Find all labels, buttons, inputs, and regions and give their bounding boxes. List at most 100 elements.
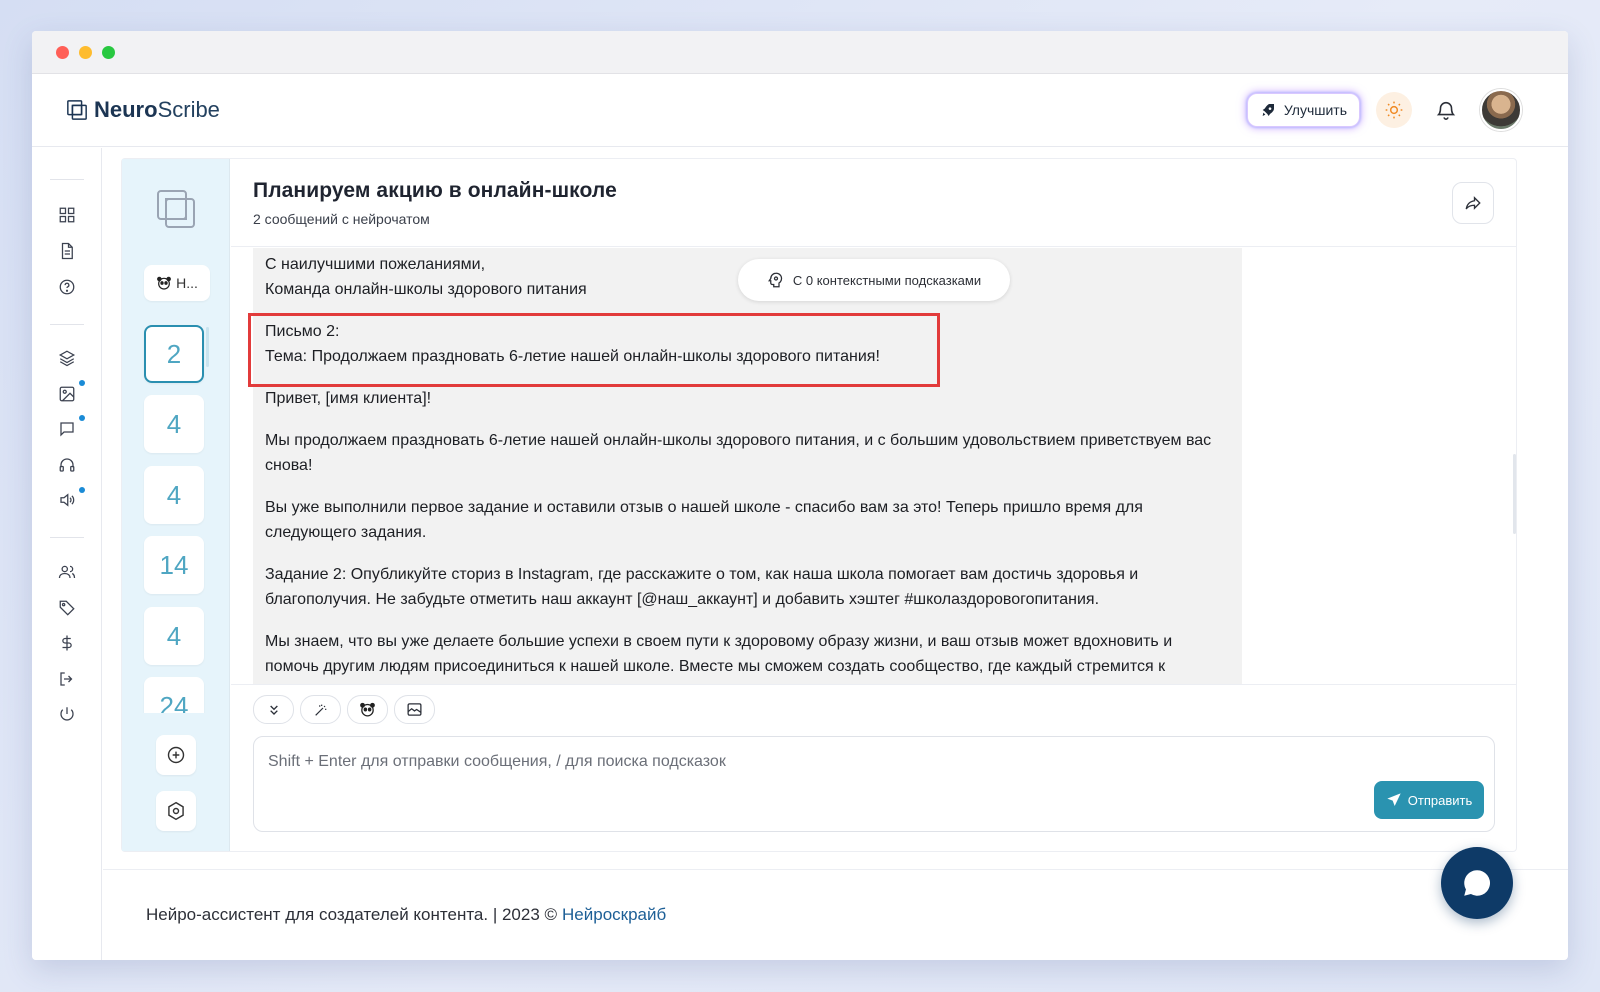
layers-icon (58, 350, 76, 367)
chat-count: 4 (166, 408, 182, 439)
nav-audio[interactable] (57, 455, 77, 475)
notifications-button[interactable] (1428, 92, 1464, 128)
composer-toolbar (253, 695, 435, 724)
send-button[interactable]: Отправить (1374, 781, 1484, 819)
message-paragraph: Вы уже выполнили первое задание и остави… (265, 499, 1143, 541)
nav-layers[interactable] (57, 348, 77, 368)
context-hints-label: С 0 контекстными подсказками (792, 272, 982, 288)
double-chevron-down-icon (269, 705, 278, 715)
upgrade-label: Улучшить (1283, 102, 1347, 118)
nav-images[interactable] (57, 384, 77, 404)
chat-bubble-icon (1464, 870, 1491, 896)
image-icon (59, 386, 75, 402)
chat-header: Планируем акцию в онлайн-школе 2 сообщен… (231, 159, 1516, 247)
send-label: Отправить (1407, 792, 1473, 808)
chat-list-item[interactable]: 24 (144, 677, 204, 713)
nav-dashboard[interactable] (57, 205, 77, 225)
send-icon (1387, 793, 1401, 806)
assistant-message: С наилучшими пожеланиями, Команда онлайн… (253, 248, 1242, 684)
chat-list-item[interactable]: 2 (144, 325, 204, 383)
nav-chat[interactable] (57, 419, 77, 439)
chat-list-item[interactable]: 4 (144, 466, 204, 524)
panda-icon (360, 702, 375, 717)
maximize-window-button[interactable] (102, 45, 115, 59)
upgrade-button[interactable]: Улучшить (1246, 93, 1360, 127)
minimize-window-button[interactable] (79, 45, 92, 59)
headphones-icon (59, 458, 75, 472)
users-icon (58, 565, 76, 579)
top-bar: NeuroScribe Улучшить (32, 74, 1568, 147)
plus-circle-icon (167, 746, 185, 764)
nav-divider (50, 537, 84, 538)
chat-list-item[interactable]: 14 (144, 536, 204, 594)
nav-documents[interactable] (57, 241, 77, 261)
letter-label: Письмо 2: (265, 323, 340, 340)
new-badge (79, 487, 85, 493)
nav-power[interactable] (57, 704, 77, 724)
scroll-down-button[interactable] (253, 695, 294, 724)
brain-head-icon (767, 272, 783, 288)
assistant-select-button[interactable] (347, 695, 388, 724)
chat-rail: Н... 2 4 4 14 4 24 (122, 159, 230, 851)
support-chat-button[interactable] (1441, 847, 1513, 919)
share-button[interactable] (1452, 182, 1494, 224)
assistant-chip[interactable]: Н... (144, 265, 210, 301)
panda-icon (157, 276, 172, 290)
message-list[interactable]: С наилучшими пожеланиями, Команда онлайн… (231, 248, 1242, 684)
nav-voice[interactable] (57, 490, 77, 510)
document-icon (61, 242, 73, 260)
nav-logout[interactable] (57, 669, 77, 689)
close-window-button[interactable] (56, 45, 69, 59)
bell-icon (1436, 101, 1456, 120)
nav-divider (49, 179, 84, 180)
chat-icon (60, 422, 74, 437)
chat-count: 24 (159, 690, 189, 714)
magic-wand-icon (314, 704, 326, 716)
letter-subject: Тема: Продолжаем праздновать 6-летие наш… (265, 348, 880, 365)
message-composer: Отправить (253, 736, 1495, 832)
nav-help[interactable] (57, 277, 77, 297)
power-icon (60, 707, 74, 721)
brand-logo-link[interactable]: NeuroScribe (66, 97, 220, 123)
share-icon (1465, 196, 1481, 210)
theme-toggle-button[interactable] (1376, 92, 1412, 128)
page-scrollbar[interactable] (1513, 454, 1516, 534)
chat-count: 4 (166, 620, 182, 651)
new-badge (79, 415, 85, 421)
message-paragraph: Мы продолжаем праздновать 6-летие нашей … (265, 432, 1212, 474)
chat-list-item[interactable]: 4 (144, 395, 204, 453)
dollar-icon (62, 635, 72, 651)
brand-logo-icon (67, 100, 87, 120)
settings-icon (168, 801, 184, 821)
app-window: NeuroScribe Улучшить Н... 2 4 4 14 4 24 … (32, 31, 1568, 960)
composer-divider (231, 684, 1516, 685)
new-chat-button[interactable] (156, 735, 196, 775)
chat-list-item[interactable]: 4 (144, 607, 204, 665)
attach-image-button[interactable] (394, 695, 435, 724)
chat-subtitle: 2 сообщений с нейрочатом (253, 211, 430, 227)
message-paragraph: Мы знаем, что вы уже делаете большие усп… (265, 633, 1173, 675)
chat-list: 2 4 4 14 4 24 (122, 319, 230, 713)
footer-text: Нейро-ассистент для создателей контента.… (146, 905, 558, 924)
magic-prompt-button[interactable] (300, 695, 341, 724)
image-frame-icon (407, 703, 422, 716)
chat-count: 14 (159, 549, 189, 580)
context-hints-pill[interactable]: С 0 контекстными подсказками (738, 259, 1010, 301)
message-paragraph: Задание 2: Опубликуйте сториз в Instagra… (265, 566, 1139, 608)
user-avatar[interactable] (1480, 89, 1522, 131)
footer-link[interactable]: Нейроскрайб (562, 905, 666, 925)
message-input[interactable] (268, 747, 1358, 777)
grid-icon (59, 207, 75, 223)
nav-billing[interactable] (57, 633, 77, 653)
speaker-icon (60, 493, 75, 507)
logout-icon (60, 672, 73, 686)
brand-name-bold: Neuro (94, 97, 158, 122)
left-nav (32, 148, 102, 960)
nav-users[interactable] (57, 562, 77, 582)
chat-settings-button[interactable] (156, 791, 196, 831)
nav-tags[interactable] (57, 598, 77, 618)
nav-divider (50, 324, 84, 325)
sun-icon (1385, 101, 1403, 119)
chat-count: 4 (166, 479, 182, 510)
chat-count: 2 (166, 338, 182, 369)
